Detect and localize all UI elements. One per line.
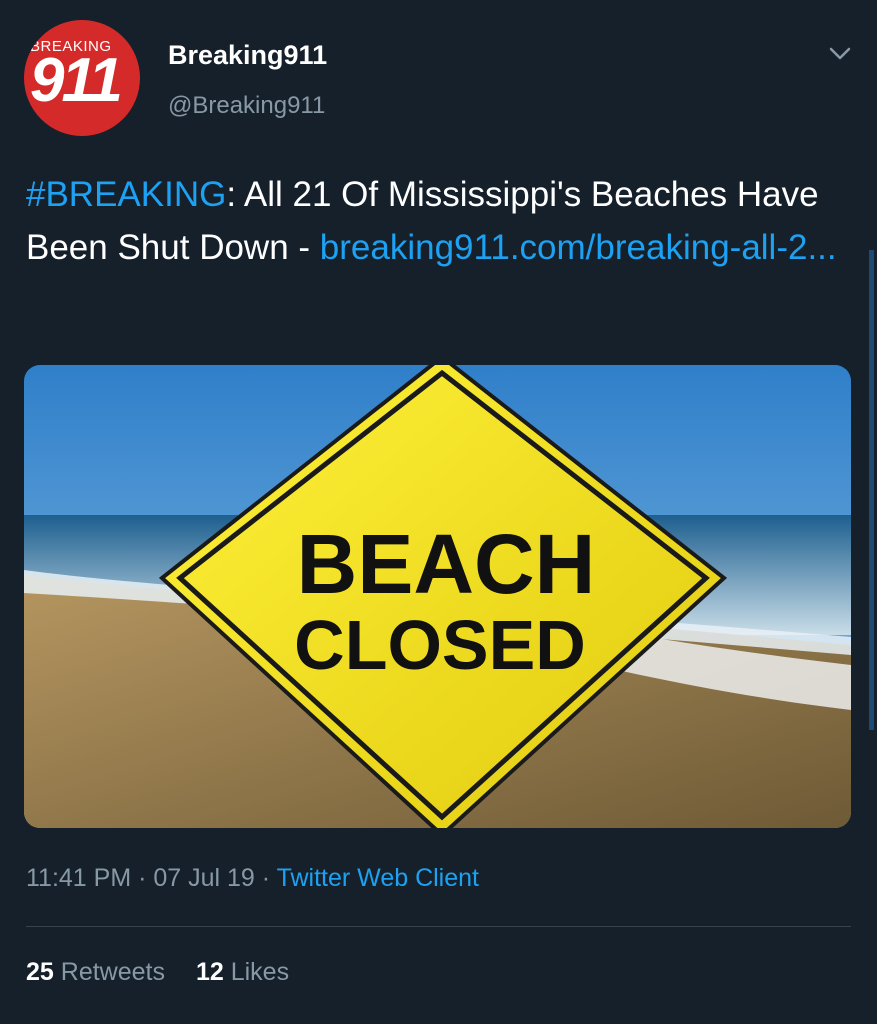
tweet-date: 07 Jul 19 — [153, 864, 255, 892]
retweets-label: Retweets — [60, 958, 165, 986]
retweets-stat[interactable]: 25 Retweets — [26, 958, 165, 986]
tweet-client-link[interactable]: Twitter Web Client — [277, 864, 479, 892]
sign-text-beach: BEACH — [297, 517, 596, 611]
scrollbar[interactable] — [869, 250, 874, 730]
avatar[interactable]: BREAKING 911 — [24, 20, 140, 136]
tweet-meta: 11:41 PM · 07 Jul 19 · Twitter Web Clien… — [26, 864, 479, 893]
display-name[interactable]: Breaking911 — [168, 40, 327, 71]
beach-closed-image: BEACH CLOSED — [24, 365, 851, 828]
article-link[interactable]: breaking911.com/breaking-all-2... — [320, 228, 837, 267]
tweet-detail: BREAKING 911 Breaking911 @Breaking911 #B… — [0, 0, 877, 1024]
likes-stat[interactable]: 12 Likes — [196, 958, 289, 986]
avatar-logo-number: 911 — [30, 46, 123, 115]
sign-text-closed: CLOSED — [294, 606, 586, 684]
likes-count: 12 — [195, 958, 224, 986]
hashtag-link[interactable]: #BREAKING — [26, 175, 226, 214]
tweet-stats: 25 Retweets 12 Likes — [26, 958, 313, 987]
tweet-menu-button[interactable] — [826, 40, 854, 68]
tweet-time: 11:41 PM — [26, 864, 132, 892]
retweets-count: 25 — [26, 958, 54, 986]
meta-separator: · — [131, 864, 154, 892]
tweet-media-image[interactable]: BEACH CLOSED — [24, 365, 851, 828]
user-handle[interactable]: @Breaking911 — [168, 92, 325, 120]
divider — [26, 926, 851, 927]
tweet-text: #BREAKING: All 21 Of Mississippi's Beach… — [26, 168, 846, 274]
meta-separator: · — [254, 864, 277, 892]
chevron-down-icon — [829, 47, 851, 60]
likes-label: Likes — [230, 958, 290, 986]
